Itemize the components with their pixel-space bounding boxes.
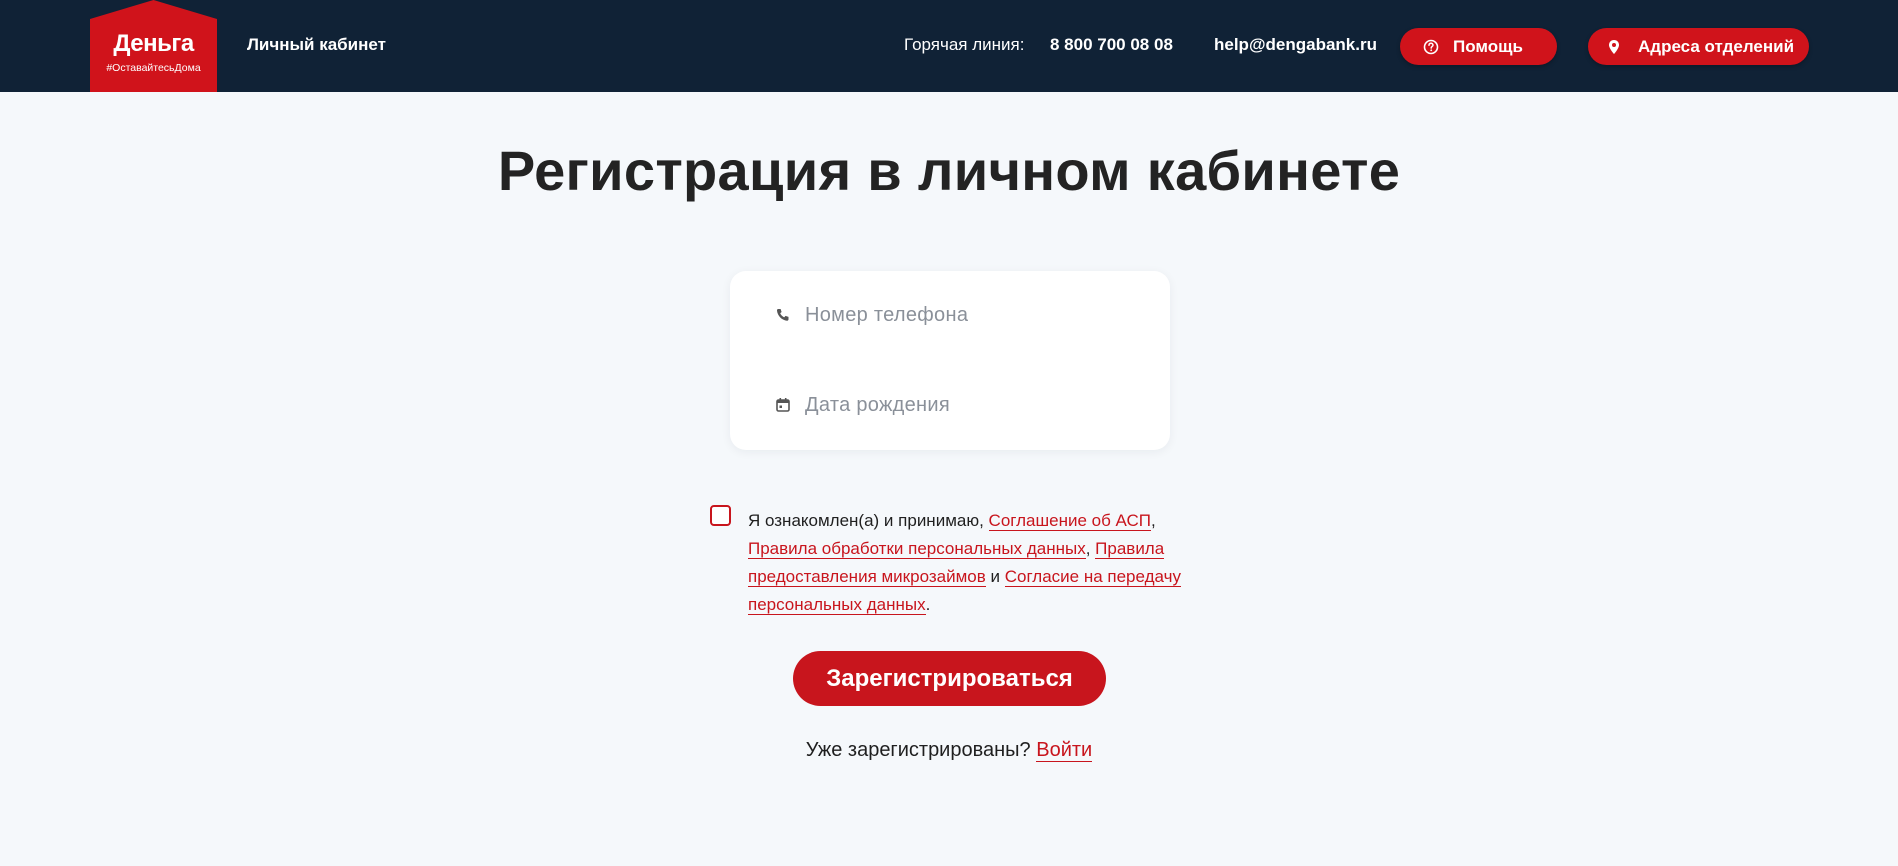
birthdate-field[interactable] (775, 387, 1135, 423)
personal-cabinet-link[interactable]: Личный кабинет (247, 35, 386, 55)
birthdate-input[interactable] (805, 393, 1105, 417)
phone-icon (775, 307, 791, 323)
page-title: Регистрация в личном кабинете (497, 139, 1401, 202)
consent-separator: , (1151, 511, 1156, 530)
phone-field[interactable] (775, 297, 1135, 333)
logo-name: Деньга (113, 30, 194, 57)
support-email-link[interactable]: help@dengabank.ru (1214, 35, 1377, 55)
consent-checkbox[interactable] (710, 505, 731, 526)
registration-form-card (730, 271, 1170, 450)
hotline-label: Горячая линия: (904, 35, 1025, 54)
top-header: Деньга #ОставайтесьДома Личный кабинет Г… (0, 0, 1898, 92)
phone-input[interactable] (805, 303, 1105, 327)
help-button[interactable]: Помощь (1400, 28, 1557, 65)
login-prompt: Уже зарегистрированы? Войти (0, 739, 1898, 762)
asp-agreement-link[interactable]: Соглашение об АСП (988, 511, 1152, 531)
consent-intro: Я ознакомлен(а) и принимаю, (748, 511, 989, 530)
consent-text: Я ознакомлен(а) и принимаю, Соглашение о… (748, 507, 1228, 619)
map-pin-icon (1606, 39, 1622, 55)
branch-addresses-label: Адреса отделений (1638, 36, 1795, 56)
help-button-label: Помощь (1453, 36, 1523, 56)
question-circle-icon (1423, 39, 1439, 55)
consent-end: . (925, 595, 931, 614)
calendar-icon (775, 397, 791, 413)
personal-data-rules-link[interactable]: Правила обработки персональных данных (748, 539, 1086, 559)
consent-separator: и (985, 567, 1005, 586)
logo[interactable]: Деньга #ОставайтесьДома (90, 0, 217, 92)
consent-separator: , (1085, 539, 1096, 558)
logo-tagline: #ОставайтесьДома (106, 62, 201, 74)
hotline-phone-link[interactable]: 8 800 700 08 08 (1050, 35, 1173, 55)
register-button[interactable]: Зарегистрироваться (793, 651, 1106, 706)
branch-addresses-button[interactable]: Адреса отделений (1588, 28, 1809, 65)
login-link[interactable]: Войти (1036, 739, 1093, 762)
already-registered-text: Уже зарегистрированы? (805, 739, 1037, 761)
